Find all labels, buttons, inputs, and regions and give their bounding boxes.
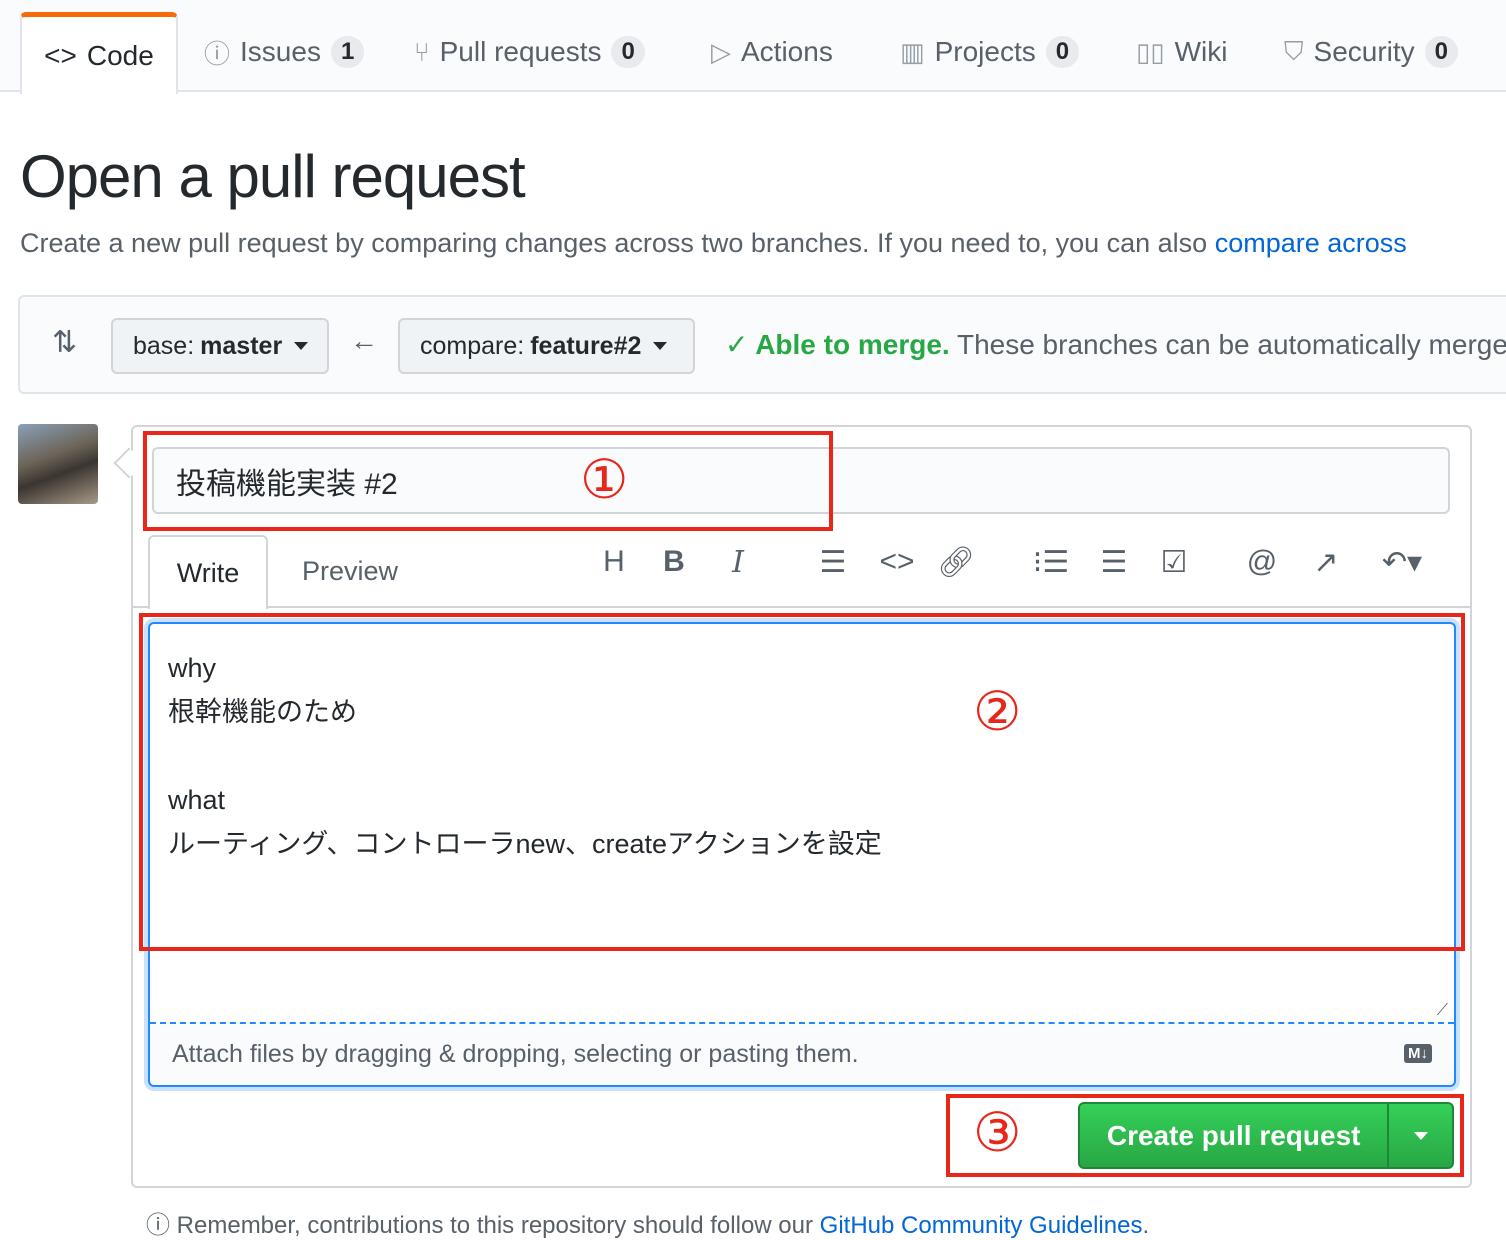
info-icon: ⓘ	[146, 1212, 177, 1239]
annotation-number-3: ③	[973, 1101, 1022, 1164]
mention-icon[interactable]: @	[1242, 545, 1282, 579]
projects-count: 0	[1045, 36, 1080, 68]
annotation-number-2: ②	[973, 680, 1022, 743]
tab-pull-requests[interactable]: ⑂ Pull requests 0	[414, 12, 645, 92]
reply-icon[interactable]: ↶▾	[1372, 545, 1432, 580]
tab-projects[interactable]: ▥ Projects 0	[900, 12, 1080, 92]
security-count: 0	[1424, 36, 1459, 68]
caret-down-icon	[653, 342, 668, 350]
base-branch-select[interactable]: base: master	[111, 318, 329, 374]
play-icon: ▷	[711, 36, 731, 67]
tab-code[interactable]: <> Code	[20, 12, 178, 94]
annotation-number-1: ①	[580, 448, 629, 511]
page-subtitle: Create a new pull request by comparing c…	[20, 228, 1407, 258]
italic-icon[interactable]: I	[718, 545, 758, 580]
quote-icon[interactable]: ☰	[813, 545, 853, 580]
check-icon: ✓	[725, 329, 756, 360]
page-title: Open a pull request	[20, 143, 526, 210]
caret-down-icon	[294, 342, 309, 350]
tab-preview[interactable]: Preview	[302, 556, 398, 587]
book-icon: ▯▯	[1136, 36, 1165, 67]
shield-icon: ⛉	[1284, 36, 1304, 66]
arrow-left-icon: ←	[350, 325, 378, 356]
code-icon: <>	[44, 39, 77, 71]
compare-bar: ⇅ base: master ← compare: feature#2 ✓ Ab…	[18, 295, 1506, 394]
compare-icon: ⇅	[52, 326, 78, 359]
git-pull-request-icon: ⑂	[414, 36, 430, 67]
annotation-box-2	[139, 613, 1465, 951]
tab-issues[interactable]: ⓘ Issues 1	[204, 12, 365, 92]
tab-actions[interactable]: ▷ Actions	[711, 12, 833, 92]
guidelines-note: ⓘ Remember, contributions to this reposi…	[146, 1212, 1150, 1239]
annotation-box-3	[946, 1094, 1464, 1177]
project-icon: ▥	[900, 36, 925, 67]
markdown-icon: M↓	[1404, 1044, 1432, 1063]
unordered-list-icon[interactable]: ⁝☰	[1031, 545, 1071, 580]
merge-status: ✓ Able to merge. These branches can be a…	[725, 329, 1506, 360]
pr-count: 0	[611, 36, 645, 68]
tab-write[interactable]: Write	[148, 535, 268, 609]
link-icon[interactable]: 🔗︎	[936, 545, 976, 580]
attach-files-bar[interactable]: Attach files by dragging & dropping, sel…	[150, 1022, 1454, 1085]
annotation-box-1	[143, 431, 833, 531]
avatar	[18, 424, 98, 504]
issues-count: 1	[330, 36, 365, 68]
community-guidelines-link[interactable]: GitHub Community Guidelines	[820, 1212, 1143, 1239]
resize-handle-icon[interactable]: ⟋	[1437, 1002, 1448, 1020]
tab-divider	[133, 606, 1470, 608]
compare-branch-select[interactable]: compare: feature#2	[398, 318, 695, 374]
repo-nav: <> Code ⓘ Issues 1 ⑂ Pull requests 0 ▷ Actions…	[0, 0, 1506, 94]
heading-icon[interactable]: H	[594, 545, 634, 579]
task-list-icon[interactable]: ☑	[1154, 545, 1194, 580]
tab-wiki[interactable]: ▯▯ Wiki	[1136, 12, 1228, 92]
code-icon[interactable]: <>	[877, 545, 917, 579]
issue-icon: ⓘ	[204, 38, 231, 69]
tab-security[interactable]: ⛉ Security 0	[1284, 12, 1459, 92]
ordered-list-icon[interactable]: ☰	[1094, 545, 1134, 580]
cross-reference-icon[interactable]: ↗	[1306, 545, 1346, 580]
bold-icon[interactable]: B	[654, 545, 694, 579]
compare-across-link[interactable]: compare across	[1215, 228, 1407, 258]
